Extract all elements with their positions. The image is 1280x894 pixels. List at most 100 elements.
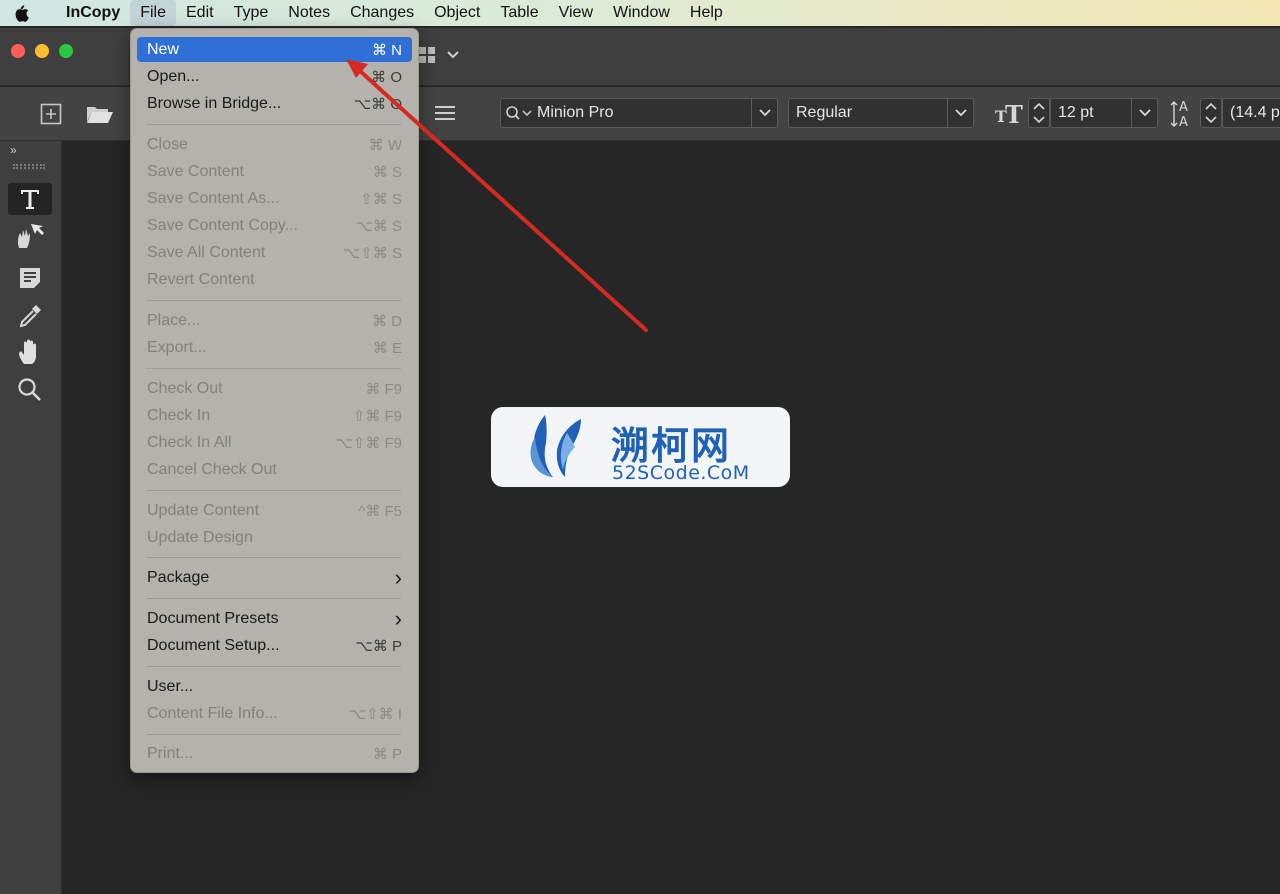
menu-item-shortcut: ⌘ E bbox=[372, 339, 402, 357]
panel-menu-icon[interactable] bbox=[434, 105, 456, 126]
menu-separator bbox=[147, 557, 401, 558]
menu-edit[interactable]: Edit bbox=[176, 0, 224, 26]
file-menu: New ⌘ N Open... ⌘ O Browse in Bridge... ⌥⌘ … bbox=[130, 28, 419, 773]
submenu-arrow-icon: › bbox=[394, 605, 402, 631]
menu-item-label: Content File Info... bbox=[147, 704, 278, 722]
menu-item-label: Document Presets bbox=[147, 609, 279, 627]
menu-object[interactable]: Object bbox=[424, 0, 490, 26]
menu-item-cancel-check-out[interactable]: Cancel Check Out bbox=[137, 457, 412, 482]
menu-item-shortcut: ⌘ N bbox=[372, 41, 402, 59]
menu-item-export[interactable]: Export... ⌘ E bbox=[137, 335, 412, 360]
menu-item-save-content-as[interactable]: Save Content As... ⇧⌘ S bbox=[137, 186, 412, 211]
menu-item-browse-in-bridge[interactable]: Browse in Bridge... ⌥⌘ O bbox=[137, 91, 412, 116]
apple-icon[interactable] bbox=[0, 0, 42, 26]
menu-notes[interactable]: Notes bbox=[278, 0, 340, 26]
svg-text:A: A bbox=[1179, 115, 1188, 130]
menu-item-shortcut: ⌥⇧⌘ F9 bbox=[335, 434, 402, 452]
menu-item-label: Update Content bbox=[147, 501, 260, 519]
menu-item-label: Check Out bbox=[147, 379, 223, 397]
watermark-subtitle: 52SCode.CoM bbox=[612, 462, 750, 484]
font-size-field[interactable]: 12 pt bbox=[1050, 98, 1158, 128]
menu-separator bbox=[147, 734, 401, 735]
menu-item-update-design[interactable]: Update Design bbox=[137, 525, 412, 550]
minimize-window-button[interactable] bbox=[35, 44, 49, 58]
hand-icon[interactable] bbox=[13, 337, 47, 367]
menu-item-open[interactable]: Open... ⌘ O bbox=[137, 64, 412, 89]
menu-item-save-content-copy[interactable]: Save Content Copy... ⌥⌘ S bbox=[137, 213, 412, 238]
menu-item-update-content[interactable]: Update Content ^⌘ F5 bbox=[137, 498, 412, 523]
panel-grip-icon[interactable] bbox=[13, 164, 45, 169]
menu-item-shortcut: ⌘ S bbox=[372, 163, 402, 181]
menu-item-label: Close bbox=[147, 135, 188, 153]
menu-item-shortcut: ^⌘ F5 bbox=[358, 502, 402, 520]
note-tool-icon[interactable] bbox=[13, 263, 47, 293]
menu-app-name[interactable]: InCopy bbox=[42, 0, 130, 26]
open-folder-icon[interactable] bbox=[86, 104, 114, 129]
chevron-down-icon[interactable] bbox=[446, 48, 460, 67]
leading-stepper[interactable] bbox=[1200, 98, 1222, 128]
menu-item-close[interactable]: Close ⌘ W bbox=[137, 132, 412, 157]
menu-window[interactable]: Window bbox=[603, 0, 680, 26]
chevron-down-icon[interactable] bbox=[751, 99, 777, 127]
font-size-stepper[interactable] bbox=[1028, 98, 1050, 128]
font-style-field[interactable]: Regular bbox=[788, 98, 974, 128]
zoom-icon[interactable] bbox=[13, 375, 47, 405]
watermark-logo-icon bbox=[527, 413, 591, 484]
menu-item-label: Check In All bbox=[147, 433, 232, 451]
menu-item-content-file-info[interactable]: Content File Info... ⌥⇧⌘ I bbox=[137, 701, 412, 726]
menu-item-label: Browse in Bridge... bbox=[147, 94, 282, 112]
menu-item-shortcut: ⌥⌘ S bbox=[355, 217, 402, 235]
menu-item-place[interactable]: Place... ⌘ D bbox=[137, 308, 412, 333]
position-tool-icon[interactable] bbox=[13, 221, 47, 251]
menu-item-check-in[interactable]: Check In ⇧⌘ F9 bbox=[137, 403, 412, 428]
menu-changes[interactable]: Changes bbox=[340, 0, 424, 26]
watermark-badge: 溯柯网 52SCode.CoM bbox=[491, 407, 790, 487]
menu-item-document-setup[interactable]: Document Setup... ⌥⌘ P bbox=[137, 633, 412, 658]
menu-type[interactable]: Type bbox=[224, 0, 279, 26]
menu-item-shortcut: ⌥⌘ O bbox=[353, 95, 402, 113]
font-size-value: 12 pt bbox=[1058, 104, 1094, 121]
new-document-icon[interactable] bbox=[40, 103, 62, 130]
menu-item-label: Revert Content bbox=[147, 270, 255, 288]
menu-item-check-in-all[interactable]: Check In All ⌥⇧⌘ F9 bbox=[137, 430, 412, 455]
menu-separator bbox=[147, 490, 401, 491]
submenu-arrow-icon: › bbox=[394, 564, 402, 590]
menu-item-check-out[interactable]: Check Out ⌘ F9 bbox=[137, 376, 412, 401]
menu-separator bbox=[147, 598, 401, 599]
menu-item-save-content[interactable]: Save Content ⌘ S bbox=[137, 159, 412, 184]
menu-file[interactable]: File bbox=[130, 0, 176, 26]
menu-item-user[interactable]: User... bbox=[137, 674, 412, 699]
zoom-window-button[interactable] bbox=[59, 44, 73, 58]
menu-help[interactable]: Help bbox=[680, 0, 733, 26]
menu-item-label: User... bbox=[147, 677, 194, 695]
close-window-button[interactable] bbox=[11, 44, 25, 58]
menu-item-label: Package bbox=[147, 568, 210, 586]
menu-item-label: New bbox=[147, 40, 180, 58]
menu-item-print[interactable]: Print... ⌘ P bbox=[137, 741, 412, 766]
menu-item-package[interactable]: Package › bbox=[137, 565, 412, 590]
menu-view[interactable]: View bbox=[549, 0, 603, 26]
menu-item-shortcut: ⌘ D bbox=[372, 312, 402, 330]
eyedropper-icon[interactable] bbox=[13, 301, 47, 331]
type-tool-icon[interactable] bbox=[8, 183, 52, 215]
menu-item-save-all-content[interactable]: Save All Content ⌥⇧⌘ S bbox=[137, 240, 412, 265]
leading-field[interactable]: (14.4 pt) bbox=[1222, 98, 1280, 128]
menu-item-document-presets[interactable]: Document Presets › bbox=[137, 606, 412, 631]
menu-item-shortcut: ⌥⇧⌘ I bbox=[348, 705, 402, 723]
font-family-field[interactable]: Minion Pro bbox=[500, 98, 778, 128]
menu-separator bbox=[147, 666, 401, 667]
chevron-down-icon[interactable] bbox=[1131, 99, 1157, 127]
workspace-layout-icon[interactable] bbox=[418, 46, 436, 69]
menu-item-new[interactable]: New ⌘ N bbox=[137, 37, 412, 62]
menu-item-revert-content[interactable]: Revert Content bbox=[137, 267, 412, 292]
chevron-down-icon[interactable] bbox=[947, 99, 973, 127]
menu-table[interactable]: Table bbox=[490, 0, 548, 26]
font-size-icon: TT bbox=[995, 100, 1023, 130]
menu-item-shortcut: ⌘ P bbox=[372, 745, 402, 763]
tools-panel: » bbox=[0, 141, 62, 894]
collapse-panel-icon[interactable]: » bbox=[10, 143, 17, 157]
menu-item-label: Update Design bbox=[147, 528, 253, 546]
menu-item-label: Print... bbox=[147, 744, 194, 762]
menu-bar: InCopy File Edit Type Notes Changes Obje… bbox=[0, 0, 1280, 26]
menu-separator bbox=[147, 124, 401, 125]
